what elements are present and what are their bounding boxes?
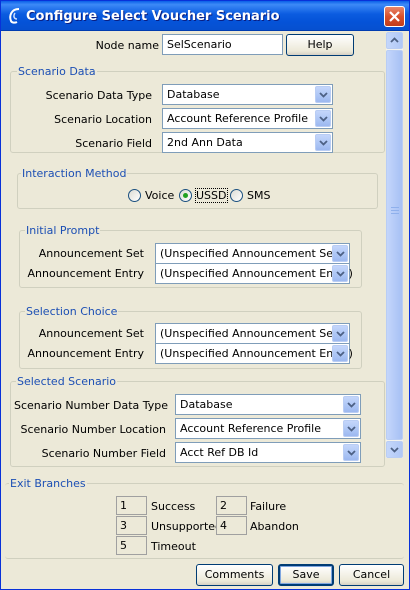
vertical-scrollbar[interactable] [386,32,403,458]
selected-scenario-title: Selected Scenario [16,375,117,388]
exit-branch-number: 2 [216,496,247,515]
scenario-data-type-select[interactable]: Database [162,84,333,105]
close-icon [389,11,400,22]
close-button[interactable] [384,6,405,27]
radio-ussd[interactable]: USSD [179,188,228,203]
initial-entry-label: Announcement Entry [27,267,145,280]
save-button[interactable]: Save [278,564,334,586]
dialog-window: Configure Select Voucher Scenario Node n… [0,0,410,590]
exit-branch-label: Failure [250,500,287,513]
comments-button[interactable]: Comments [196,564,273,586]
radio-sms-label: SMS [247,189,271,202]
radio-voice-label: Voice [145,189,175,202]
title-bar[interactable]: Configure Select Voucher Scenario [1,1,409,31]
scenario-number-location-select[interactable]: Account Reference Profile [175,418,361,439]
chevron-down-icon[interactable] [315,134,331,151]
interaction-method-title: Interaction Method [21,167,128,180]
radio-sms[interactable]: SMS [230,189,270,202]
exit-branch-number: 1 [116,496,147,515]
app-icon [9,8,20,24]
scenario-location-label: Scenario Location [54,113,152,126]
initial-set-label: Announcement Set [38,247,144,260]
radio-sms-circle[interactable] [230,189,243,202]
scroll-up-button[interactable] [386,32,403,49]
chevron-down-icon[interactable] [343,396,359,413]
selection-choice-title: Selection Choice [25,305,119,318]
exit-branches-title: Exit Branches [9,477,87,490]
selection-entry-label: Announcement Entry [27,347,145,360]
radio-ussd-label: USSD [195,188,228,203]
exit-branch-number: 3 [116,516,147,535]
radio-voice[interactable]: Voice [128,189,174,202]
selection-set-label: Announcement Set [38,327,144,340]
chevron-down-icon[interactable] [343,420,359,437]
cancel-button[interactable]: Cancel [339,564,404,586]
radio-voice-circle[interactable] [128,189,141,202]
initial-set-select[interactable]: (Unspecified Announcement Set) [155,243,350,264]
chevron-down-icon[interactable] [315,110,331,127]
scenario-location-select[interactable]: Account Reference Profile [162,108,333,129]
exit-branch-label: Abandon [250,520,299,533]
chevron-down-icon[interactable] [332,245,348,262]
scenario-number-field-select[interactable]: Acct Ref DB Id [175,442,361,463]
scenario-number-location-label: Scenario Number Location [20,423,166,436]
initial-prompt-title: Initial Prompt [25,224,101,237]
exit-branch-label: Success [151,500,196,513]
radio-ussd-circle[interactable] [179,189,192,202]
chevron-down-icon[interactable] [332,345,348,362]
exit-branch-number: 4 [216,516,247,535]
chevron-down-icon[interactable] [315,86,331,103]
help-button[interactable]: Help [286,34,354,56]
exit-branch-label: Unsupported [151,520,223,533]
initial-entry-select[interactable]: (Unspecified Announcement Entry) [155,263,353,284]
scenario-field-label: Scenario Field [75,137,152,150]
scenario-number-field-label: Scenario Number Field [41,447,166,460]
window-title: Configure Select Voucher Scenario [26,9,280,24]
selection-set-select[interactable]: (Unspecified Announcement Set) [155,323,350,344]
exit-branch-number: 5 [116,536,147,555]
scenario-number-data-type-select[interactable]: Database [175,394,361,415]
scroll-down-button[interactable] [386,441,403,458]
scenario-data-title: Scenario Data [17,65,97,78]
chevron-down-icon[interactable] [332,265,348,282]
scenario-data-type-label: Scenario Data Type [45,89,152,102]
scroll-thumb[interactable] [386,50,403,440]
scenario-number-data-type-label: Scenario Number Data Type [14,399,169,412]
chevron-down-icon[interactable] [343,444,359,461]
exit-branch-label: Timeout [151,540,196,553]
chevron-down-icon[interactable] [332,325,348,342]
node-name-input[interactable]: SelScenario [162,34,283,55]
chevron-down-icon [390,447,399,453]
node-name-label: Node name [95,39,159,52]
selection-entry-select[interactable]: (Unspecified Announcement Entry) [155,343,353,364]
chevron-up-icon [390,37,399,43]
scenario-field-select[interactable]: 2nd Ann Data [162,132,333,153]
